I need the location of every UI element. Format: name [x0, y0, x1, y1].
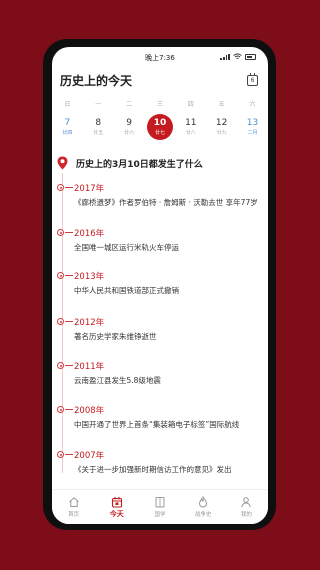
date-cell[interactable]: 11 廿八: [175, 115, 206, 143]
lunar-date: 廿七: [154, 130, 165, 136]
event-year: 2016年: [74, 229, 105, 239]
lunar-date: 廿四: [62, 130, 73, 136]
timeline-connector: [65, 232, 73, 233]
event-description: 中华人民共和国铁道部正式撤销: [74, 286, 179, 295]
weekday-label: 四: [187, 101, 194, 108]
weekday-label: 一: [95, 101, 102, 108]
tab-war-history[interactable]: 战争史: [182, 490, 225, 524]
calendar-icon: [111, 497, 122, 508]
event-description: 《廊桥遗梦》作者罗伯特 · 詹姆斯 · 沃勒去世 享年77岁: [74, 198, 258, 207]
app-header: 历史上的今天 6: [52, 67, 268, 93]
timeline-dot: [57, 272, 64, 279]
tab-mine[interactable]: 我的: [225, 490, 268, 524]
date-cell[interactable]: 12 廿九: [206, 115, 237, 143]
location-pin-icon: [57, 156, 68, 170]
timeline-dot: [57, 362, 64, 369]
weekday-row: 日 一 二 三 四 五 六: [52, 99, 268, 108]
event-description: 全国唯一城区运行米轨火车停运: [74, 243, 179, 252]
lunar-date: 廿八: [185, 130, 196, 136]
timeline-connector: [65, 365, 73, 366]
section-title: 历史上的3月10日都发生了什么: [76, 160, 203, 170]
tab-home[interactable]: 首页: [52, 490, 95, 524]
event-year: 2008年: [74, 406, 105, 416]
home-icon: [68, 497, 79, 507]
book-icon: [155, 497, 165, 508]
timeline-dot: [57, 184, 64, 191]
event-description: 《关于进一步加强新时期信访工作的意见》发出: [74, 465, 232, 474]
tab-today[interactable]: 今天: [95, 490, 138, 524]
date-number: 11: [185, 118, 197, 128]
flame-icon: [199, 496, 208, 508]
event-year: 2012年: [74, 318, 105, 328]
date-number: 13: [246, 118, 259, 128]
date-cell[interactable]: 7 廿四: [52, 115, 83, 143]
tab-label: 战争史: [194, 512, 212, 518]
lunar-date: 廿五: [93, 130, 104, 136]
date-cell[interactable]: 8 廿五: [83, 115, 114, 143]
week-strip: 日 一 二 三 四 五 六 7 廿四 8 廿五 9 廿六 10 廿七 11 廿八 12 廿九…: [52, 93, 268, 149]
timeline-connector: [65, 454, 73, 455]
person-icon: [241, 497, 252, 508]
date-cell-selected[interactable]: 10 廿七: [145, 114, 176, 143]
timeline-dot: [57, 229, 64, 236]
weekday-label: 三: [156, 101, 163, 108]
section-header: 历史上的3月10日都发生了什么: [52, 153, 268, 173]
date-cell[interactable]: 13 二月: [237, 115, 268, 143]
bottom-tab-bar: 首页 今天 国学 战争史 我的: [52, 489, 268, 524]
event-year: 2011年: [74, 362, 105, 372]
tab-label: 我的: [240, 512, 252, 518]
date-number: 8: [95, 118, 102, 128]
status-bar: 晚上7:36: [52, 47, 268, 67]
weekday-label: 二: [126, 101, 133, 108]
timeline-connector: [65, 187, 73, 188]
page-title: 历史上的今天: [60, 73, 133, 88]
timeline-dot: [57, 406, 64, 413]
date-cell[interactable]: 9 廿六: [114, 115, 145, 143]
tab-label: 国学: [154, 512, 166, 518]
calendar-icon[interactable]: 6: [247, 72, 258, 86]
date-number: 7: [64, 118, 71, 128]
battery-icon: [245, 53, 256, 60]
tab-guoxue[interactable]: 国学: [138, 490, 181, 524]
lunar-date: 廿六: [124, 130, 135, 136]
weekday-label: 六: [249, 101, 256, 108]
wifi-icon: [233, 53, 242, 59]
lunar-date: 二月: [247, 130, 258, 136]
app-screen: 晚上7:36 历史上的今天 6 日 一 二 三 四 五 六 7 廿四 8 廿五 9 廿…: [52, 47, 268, 524]
timeline-connector: [65, 321, 73, 322]
date-number: 9: [126, 118, 132, 128]
date-number: 12: [215, 118, 228, 128]
tab-label: 今天: [109, 510, 124, 518]
event-description: 著名历史学家朱维铮逝世: [74, 332, 157, 341]
signal-icon: [220, 53, 230, 60]
date-number: 10: [153, 118, 167, 128]
event-year: 2007年: [74, 451, 105, 461]
weekday-label: 五: [218, 101, 225, 108]
status-icons: [220, 53, 256, 60]
date-row: 7 廿四 8 廿五 9 廿六 10 廿七 11 廿八 12 廿九 13 二月: [52, 114, 268, 143]
timeline-dot: [57, 318, 64, 325]
weekday-label: 日: [64, 101, 71, 108]
lunar-date: 廿九: [216, 130, 227, 136]
timeline-connector: [65, 275, 73, 276]
tab-label: 首页: [68, 512, 80, 518]
event-year: 2013年: [74, 272, 105, 282]
timeline-dot: [57, 451, 64, 458]
event-year: 2017年: [74, 184, 105, 194]
event-description: 中国开通了世界上首条“集装箱电子标签”国际航线: [74, 420, 240, 429]
timeline-connector: [65, 409, 73, 410]
event-description: 云南盈江县发生5.8级地震: [74, 376, 161, 385]
